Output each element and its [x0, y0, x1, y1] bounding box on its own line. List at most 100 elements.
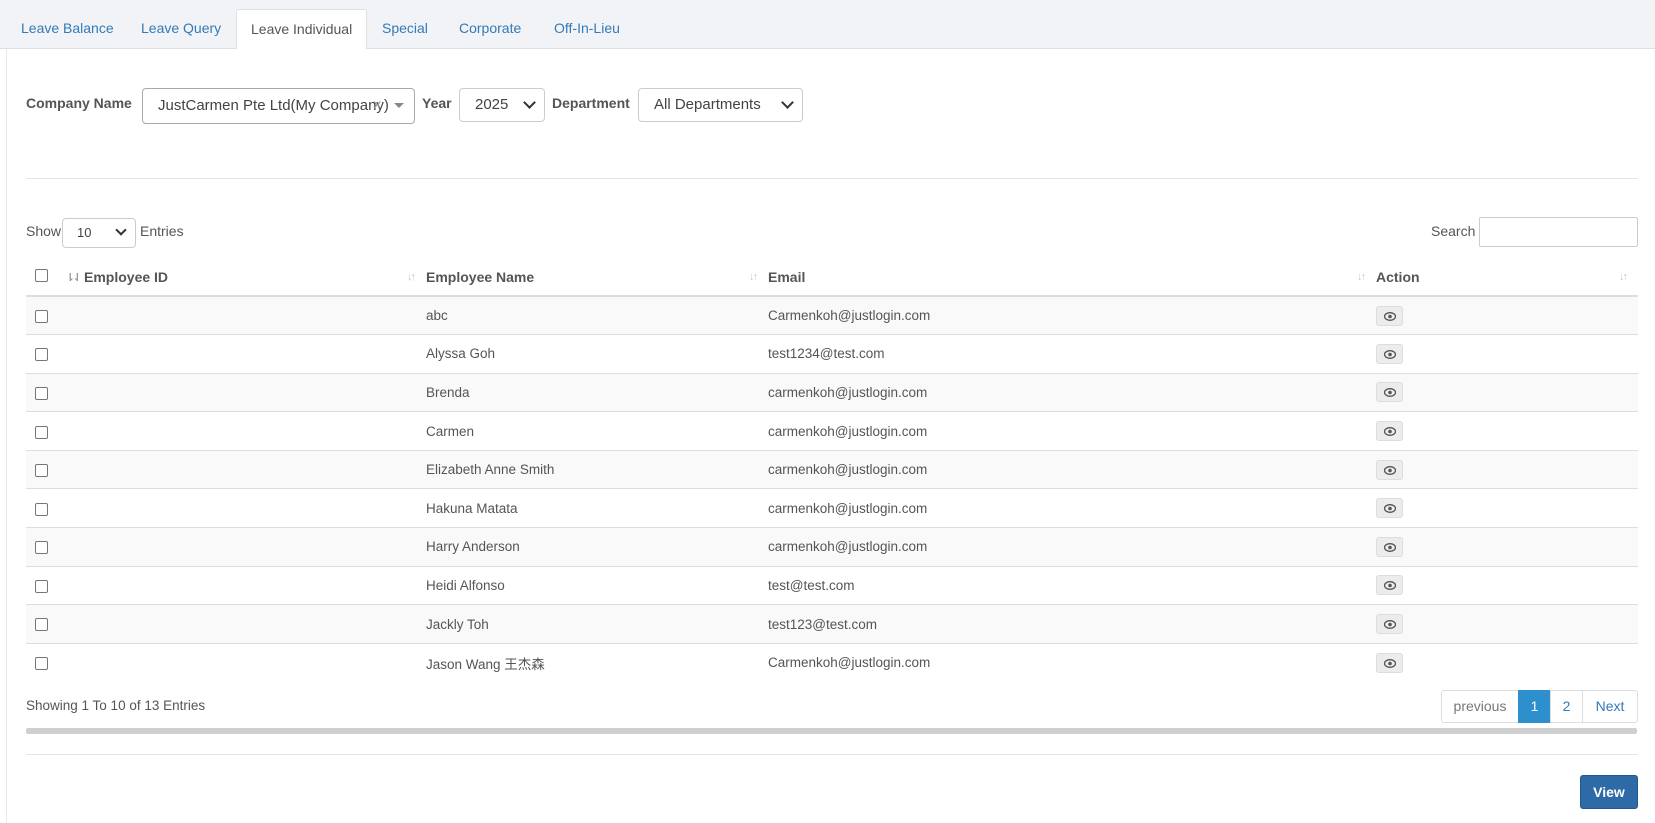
- view-row-button[interactable]: [1376, 343, 1403, 364]
- year-select-value: 2025: [475, 96, 509, 113]
- chevron-down-icon: [115, 224, 127, 236]
- eye-icon: [1384, 542, 1396, 552]
- department-select[interactable]: All Departments: [638, 88, 803, 122]
- company-select-value: JustCarmen Pte Ltd(My Company): [158, 97, 389, 114]
- table-row: Brenda carmenkoh@justlogin.com: [26, 372, 1638, 412]
- tab-bar: Leave Balance Leave Query Leave Individu…: [0, 0, 1655, 50]
- row-checkbox[interactable]: [35, 618, 48, 632]
- table-row: Heidi Alfonso test@test.com: [26, 565, 1638, 605]
- employee-name-cell: abc: [426, 295, 768, 335]
- tab-leave-query[interactable]: Leave Query: [127, 9, 235, 49]
- email-cell: carmenkoh@justlogin.com: [768, 372, 1376, 412]
- table-row: Alyssa Goh test1234@test.com: [26, 334, 1638, 374]
- tab-off-in-lieu[interactable]: Off-In-Lieu: [540, 9, 634, 49]
- table-info: Showing 1 To 10 of 13 Entries: [26, 698, 206, 713]
- email-cell: carmenkoh@justlogin.com: [768, 411, 1376, 451]
- column-email[interactable]: Email ↓↑: [768, 259, 1376, 297]
- tab-special[interactable]: Special: [368, 9, 442, 49]
- tab-leave-individual[interactable]: Leave Individual: [236, 9, 368, 50]
- pagination-page-2[interactable]: 2: [1550, 690, 1583, 723]
- company-name-label: Company Name: [26, 95, 132, 111]
- email-cell: Carmenkoh@justlogin.com: [768, 642, 1376, 682]
- pagination-previous[interactable]: previous: [1441, 690, 1519, 723]
- tab-leave-balance[interactable]: Leave Balance: [7, 9, 128, 49]
- row-checkbox[interactable]: [35, 541, 48, 555]
- sort-icon: ↓↑: [1619, 271, 1628, 283]
- year-select[interactable]: 2025: [459, 88, 545, 122]
- company-select[interactable]: JustCarmen Pte Ltd(My Company) ×: [142, 88, 415, 124]
- tab-corporate[interactable]: Corporate: [445, 9, 535, 49]
- employee-id-cell: [84, 334, 426, 374]
- row-checkbox[interactable]: [35, 425, 48, 439]
- employee-id-cell: [84, 372, 426, 412]
- department-select-value: All Departments: [654, 96, 761, 113]
- eye-icon: [1384, 581, 1396, 591]
- entries-label: Entries: [140, 223, 184, 239]
- email-cell: carmenkoh@justlogin.com: [768, 488, 1376, 528]
- view-row-button[interactable]: [1376, 421, 1403, 442]
- row-checkbox[interactable]: [35, 309, 48, 323]
- eye-icon: [1384, 349, 1396, 359]
- search-input[interactable]: [1479, 217, 1638, 247]
- clear-icon[interactable]: ×: [373, 89, 382, 123]
- view-row-button[interactable]: [1376, 536, 1403, 557]
- table-row: Harry Anderson carmenkoh@justlogin.com: [26, 527, 1638, 567]
- view-row-button[interactable]: [1376, 305, 1403, 326]
- view-row-button[interactable]: [1376, 575, 1403, 596]
- table-row: Elizabeth Anne Smith carmenkoh@justlogin…: [26, 449, 1638, 489]
- email-cell: carmenkoh@justlogin.com: [768, 527, 1376, 567]
- eye-icon: [1384, 658, 1396, 668]
- pagination-next[interactable]: Next: [1582, 690, 1638, 723]
- row-checkbox[interactable]: [35, 657, 48, 671]
- row-checkbox[interactable]: [35, 386, 48, 400]
- divider: [26, 754, 1638, 755]
- email-cell: test@test.com: [768, 565, 1376, 605]
- view-row-button[interactable]: [1376, 614, 1403, 635]
- table-row: Jason Wang 王杰森 Carmenkoh@justlogin.com: [26, 642, 1638, 682]
- row-checkbox[interactable]: [35, 502, 48, 516]
- eye-icon: [1384, 620, 1396, 629]
- email-cell: Carmenkoh@justlogin.com: [768, 295, 1376, 335]
- employee-name-cell: Jackly Toh: [426, 604, 768, 644]
- view-row-button[interactable]: [1376, 382, 1403, 403]
- entries-select[interactable]: 10: [62, 218, 136, 248]
- column-action[interactable]: Action ↓↑: [1376, 259, 1638, 297]
- year-label: Year: [422, 95, 452, 111]
- table-row: Jackly Toh test123@test.com: [26, 604, 1638, 644]
- view-row-button[interactable]: [1376, 652, 1403, 673]
- email-cell: carmenkoh@justlogin.com: [768, 449, 1376, 489]
- show-label: Show: [26, 223, 62, 239]
- horizontal-scrollbar[interactable]: [26, 728, 1637, 734]
- eye-icon: [1384, 504, 1396, 514]
- column-employee-name[interactable]: Employee Name ↓↑: [426, 259, 768, 297]
- sort-icon[interactable]: ⇂⇃: [66, 271, 83, 284]
- employee-id-cell: [84, 488, 426, 528]
- sort-icon: ↓↑: [749, 271, 758, 283]
- row-checkbox[interactable]: [35, 579, 48, 593]
- row-checkbox[interactable]: [35, 464, 48, 478]
- employee-name-cell: Harry Anderson: [426, 527, 768, 567]
- view-button[interactable]: View: [1580, 775, 1638, 809]
- chevron-down-icon: [523, 96, 536, 109]
- pagination-page-1[interactable]: 1: [1518, 690, 1551, 723]
- column-label: Action: [1376, 269, 1420, 285]
- employee-id-cell: [84, 565, 426, 605]
- employee-id-cell: [84, 642, 426, 682]
- column-employee-id[interactable]: Employee ID ↓↑: [84, 259, 426, 297]
- column-label: Employee ID: [84, 269, 169, 285]
- sort-icon: ↓↑: [1357, 271, 1366, 283]
- eye-icon: [1384, 311, 1396, 321]
- view-row-button[interactable]: [1376, 498, 1403, 519]
- table-row: abc Carmenkoh@justlogin.com: [26, 295, 1638, 335]
- search-label: Search: [1431, 223, 1476, 239]
- view-row-button[interactable]: [1376, 459, 1403, 480]
- row-checkbox[interactable]: [35, 348, 48, 362]
- column-label: Employee Name: [426, 269, 535, 285]
- table-row: Carmen carmenkoh@justlogin.com: [26, 411, 1638, 451]
- entries-select-value: 10: [77, 225, 92, 240]
- employee-name-cell: Brenda: [426, 372, 768, 412]
- select-all-checkbox[interactable]: [35, 268, 48, 282]
- employee-id-cell: [84, 411, 426, 451]
- divider: [26, 178, 1638, 179]
- employee-name-cell: Hakuna Matata: [426, 488, 768, 528]
